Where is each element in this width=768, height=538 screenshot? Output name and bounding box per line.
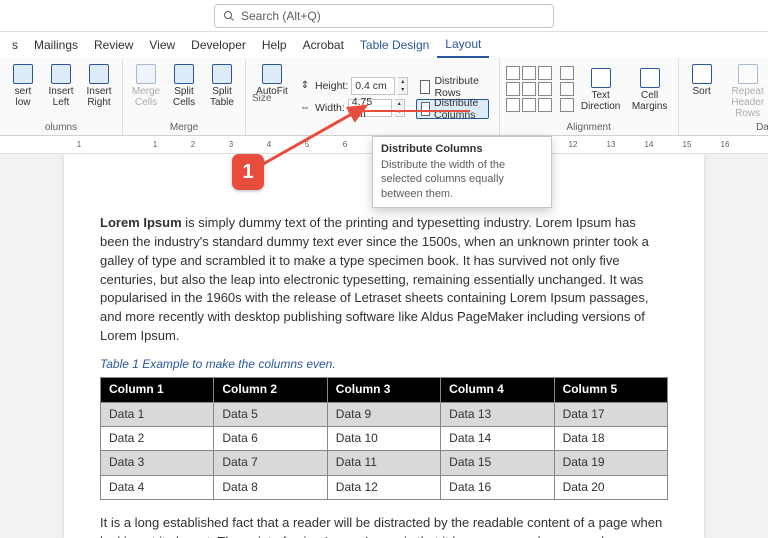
group-alignment: TextDirection CellMargins Alignment	[500, 58, 679, 135]
search-input[interactable]: Search (Alt+Q)	[214, 4, 554, 28]
table-header-row[interactable]: Column 1Column 2Column 3Column 4Column 5	[101, 378, 668, 402]
ribbon-tabs: s Mailings Review View Developer Help Ac…	[0, 32, 768, 58]
height-icon: ⇕	[298, 79, 312, 93]
height-label: Height:	[315, 80, 348, 92]
table-row[interactable]: Data 2Data 6Data 10Data 14Data 18	[101, 427, 668, 451]
split-table-button[interactable]: SplitTable	[205, 62, 239, 108]
doc-table[interactable]: Column 1Column 2Column 3Column 4Column 5…	[100, 377, 668, 500]
titlebar: Search (Alt+Q)	[0, 0, 768, 32]
tab-review[interactable]: Review	[86, 32, 141, 58]
group-cell-size: AutoFit ⇕ Height: 0.4 cm ▴▾ ⇔ Width: 4.7…	[246, 58, 500, 135]
align-extra-2[interactable]	[560, 82, 574, 96]
tab-mailings[interactable]: Mailings	[26, 32, 86, 58]
tooltip-distribute-columns: Distribute Columns Distribute the width …	[372, 136, 552, 208]
group-label-merge: Merge	[170, 120, 198, 133]
tab-view[interactable]: View	[141, 32, 183, 58]
table-row[interactable]: Data 3Data 7Data 11Data 15Data 19	[101, 451, 668, 475]
distribute-columns-button[interactable]: Distribute Columns	[416, 99, 488, 119]
tooltip-title: Distribute Columns	[381, 143, 543, 155]
width-icon: ⇔	[298, 101, 312, 115]
annotation-badge: 1	[232, 154, 264, 190]
tab-help[interactable]: Help	[254, 32, 295, 58]
align-extra-1[interactable]	[560, 66, 574, 80]
repeat-header-rows-button[interactable]: RepeatHeader Rows	[723, 62, 768, 119]
width-spinner[interactable]: ▴▾	[395, 99, 405, 117]
sort-button[interactable]: Sort	[685, 62, 719, 97]
alignment-grid[interactable]	[506, 66, 552, 112]
group-label-data: Data	[756, 120, 768, 133]
group-label-columns: olumns	[45, 120, 77, 133]
annotation-underline	[364, 110, 470, 112]
distribute-rows-button[interactable]: Distribute Rows	[416, 77, 488, 97]
width-input[interactable]: 4.75 cm	[348, 99, 392, 117]
document-page[interactable]: Lorem Ipsum is simply dummy text of the …	[64, 154, 704, 538]
height-input[interactable]: 0.4 cm	[351, 77, 395, 95]
search-placeholder: Search (Alt+Q)	[241, 9, 321, 23]
merge-cells-button[interactable]: MergeCells	[129, 62, 163, 108]
tab-developer[interactable]: Developer	[183, 32, 254, 58]
group-merge: MergeCells SplitCells SplitTable Merge	[123, 58, 246, 135]
tab-acrobat[interactable]: Acrobat	[295, 32, 352, 58]
group-data: Sort RepeatHeader Rows Convertto Text Fo…	[679, 58, 768, 135]
insert-right-button[interactable]: InsertRight	[82, 62, 116, 108]
distribute-rows-icon	[420, 80, 430, 94]
tab-partial[interactable]: s	[4, 32, 26, 58]
group-label-alignment: Alignment	[566, 120, 610, 133]
document-area[interactable]: Lorem Ipsum is simply dummy text of the …	[0, 154, 768, 538]
cell-margins-button[interactable]: CellMargins	[628, 66, 672, 112]
height-spinner[interactable]: ▴▾	[398, 77, 408, 95]
insert-left-button[interactable]: InsertLeft	[44, 62, 78, 108]
table-row[interactable]: Data 1Data 5Data 9Data 13Data 17	[101, 402, 668, 426]
tab-table-design[interactable]: Table Design	[352, 32, 437, 58]
group-label-size: Size	[252, 91, 271, 104]
split-cells-button[interactable]: SplitCells	[167, 62, 201, 108]
width-label: Width:	[315, 102, 345, 114]
distribute-columns-icon	[421, 102, 430, 116]
tooltip-body: Distribute the width of the selected col…	[381, 158, 543, 201]
paragraph-2[interactable]: It is a long established fact that a rea…	[100, 514, 668, 538]
group-rows-columns: sertlow InsertLeft InsertRight olumns	[0, 58, 123, 135]
search-icon	[223, 10, 235, 22]
table-row[interactable]: Data 4Data 8Data 12Data 16Data 20	[101, 475, 668, 499]
paragraph-1[interactable]: Lorem Ipsum is simply dummy text of the …	[100, 214, 668, 346]
insert-below-button[interactable]: sertlow	[6, 62, 40, 108]
table-caption[interactable]: Table 1 Example to make the columns even…	[100, 356, 668, 373]
tab-layout[interactable]: Layout	[437, 32, 489, 58]
text-direction-button[interactable]: TextDirection	[578, 66, 624, 112]
ribbon: sertlow InsertLeft InsertRight olumns Me…	[0, 58, 768, 136]
align-extra-3[interactable]	[560, 98, 574, 112]
